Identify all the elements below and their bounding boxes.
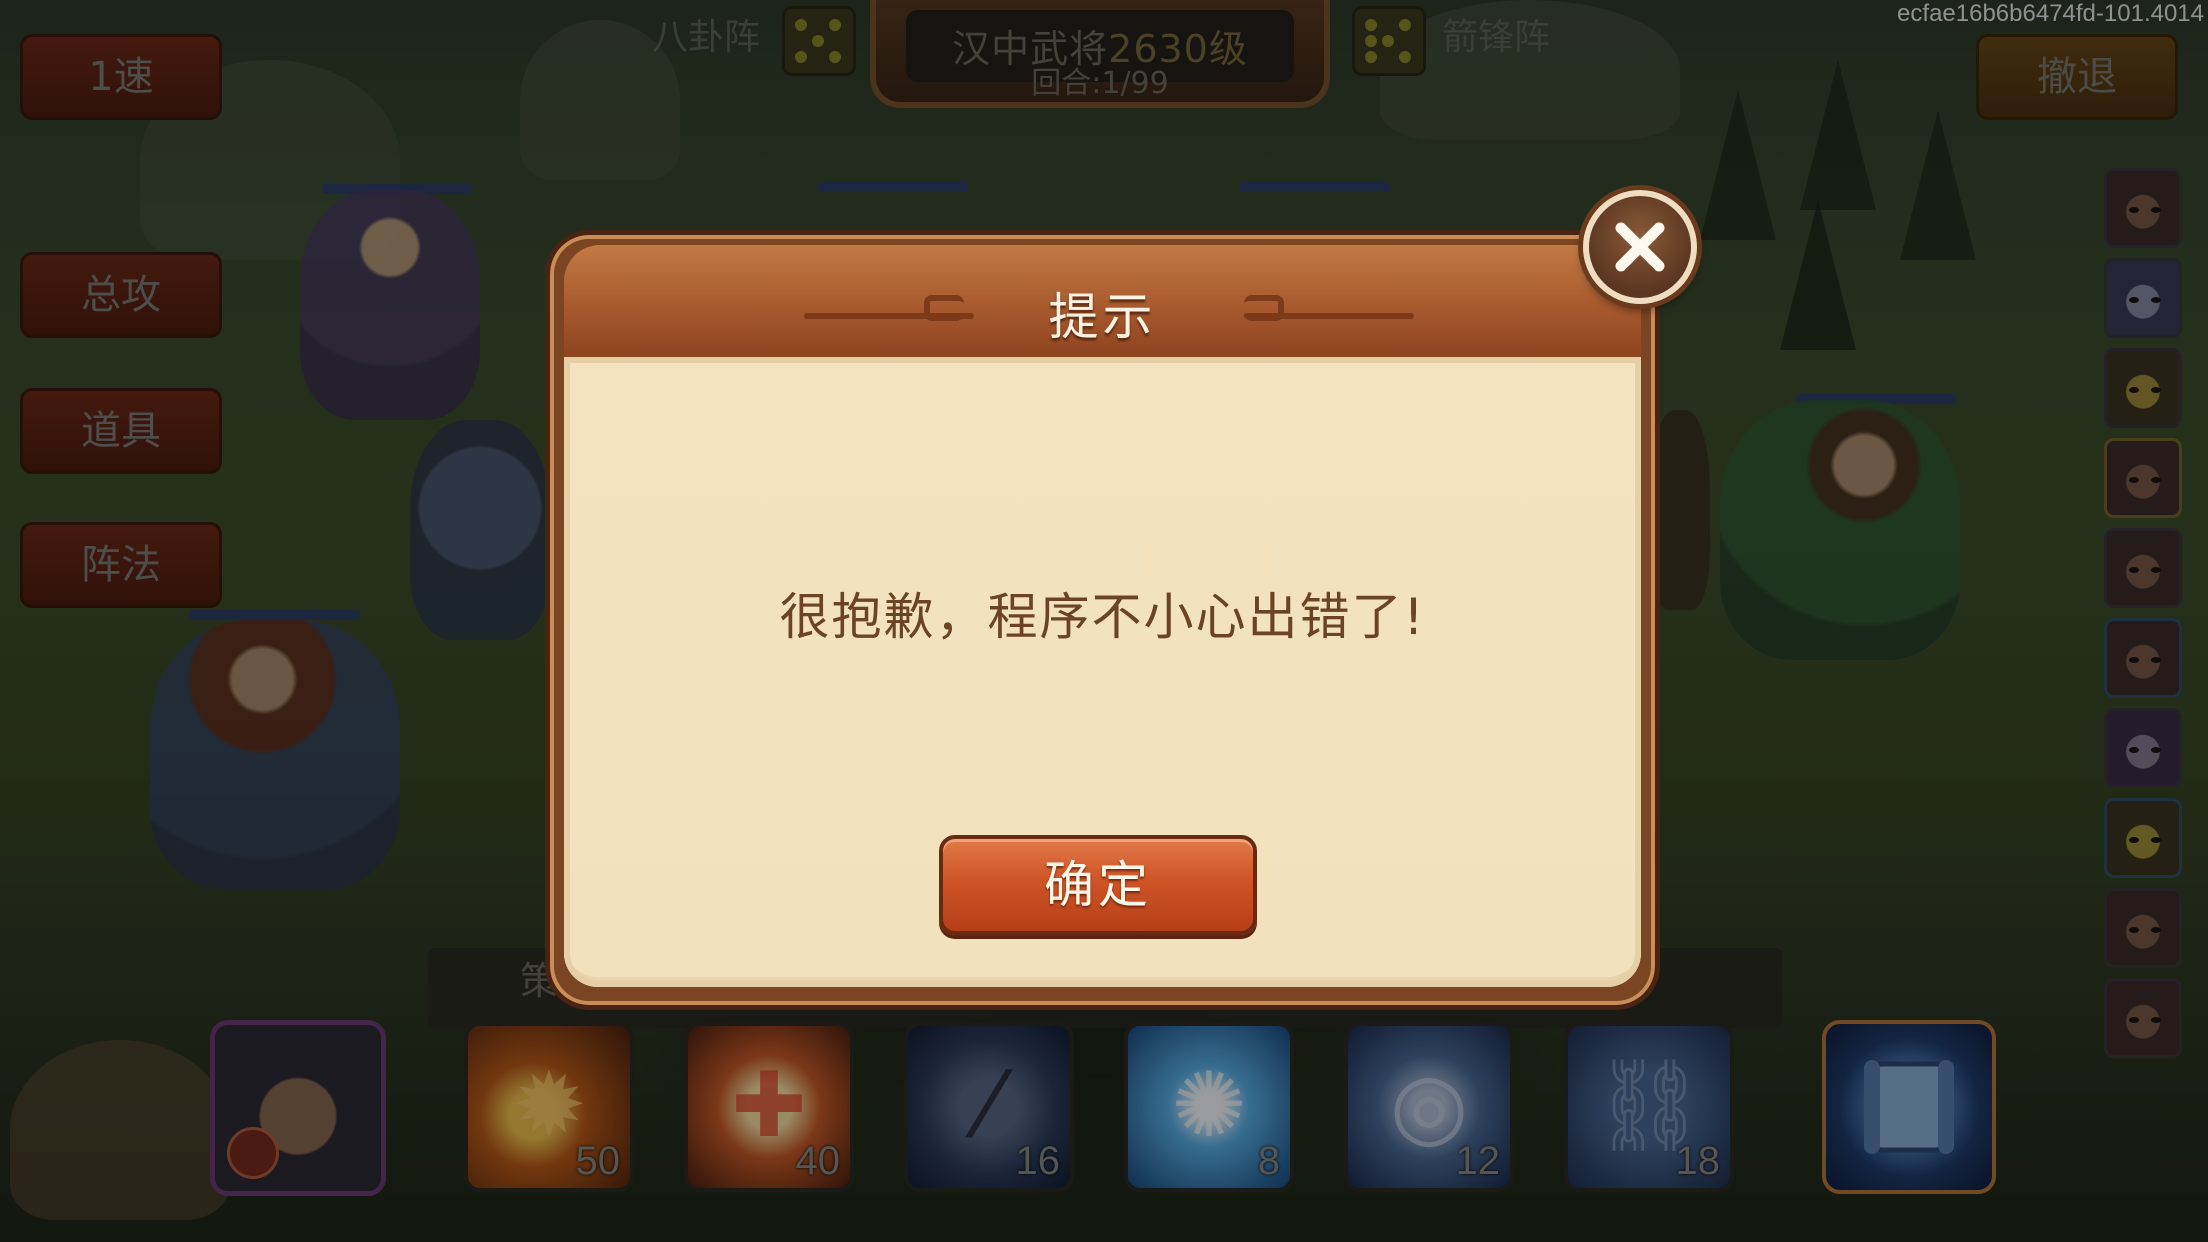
error-message: 很抱歉，程序不小心出错了! xyxy=(779,588,1426,646)
confirm-button[interactable]: 确定 xyxy=(939,835,1257,935)
close-button[interactable] xyxy=(1583,190,1697,304)
dialog-body: 很抱歉，程序不小心出错了! 确定 xyxy=(564,357,1641,987)
dialog-header: 提示 xyxy=(564,245,1641,362)
error-dialog: 提示 很抱歉，程序不小心出错了! 确定 xyxy=(545,230,1660,1010)
dialog-title: 提示 xyxy=(1048,288,1157,346)
close-icon xyxy=(1615,222,1665,272)
